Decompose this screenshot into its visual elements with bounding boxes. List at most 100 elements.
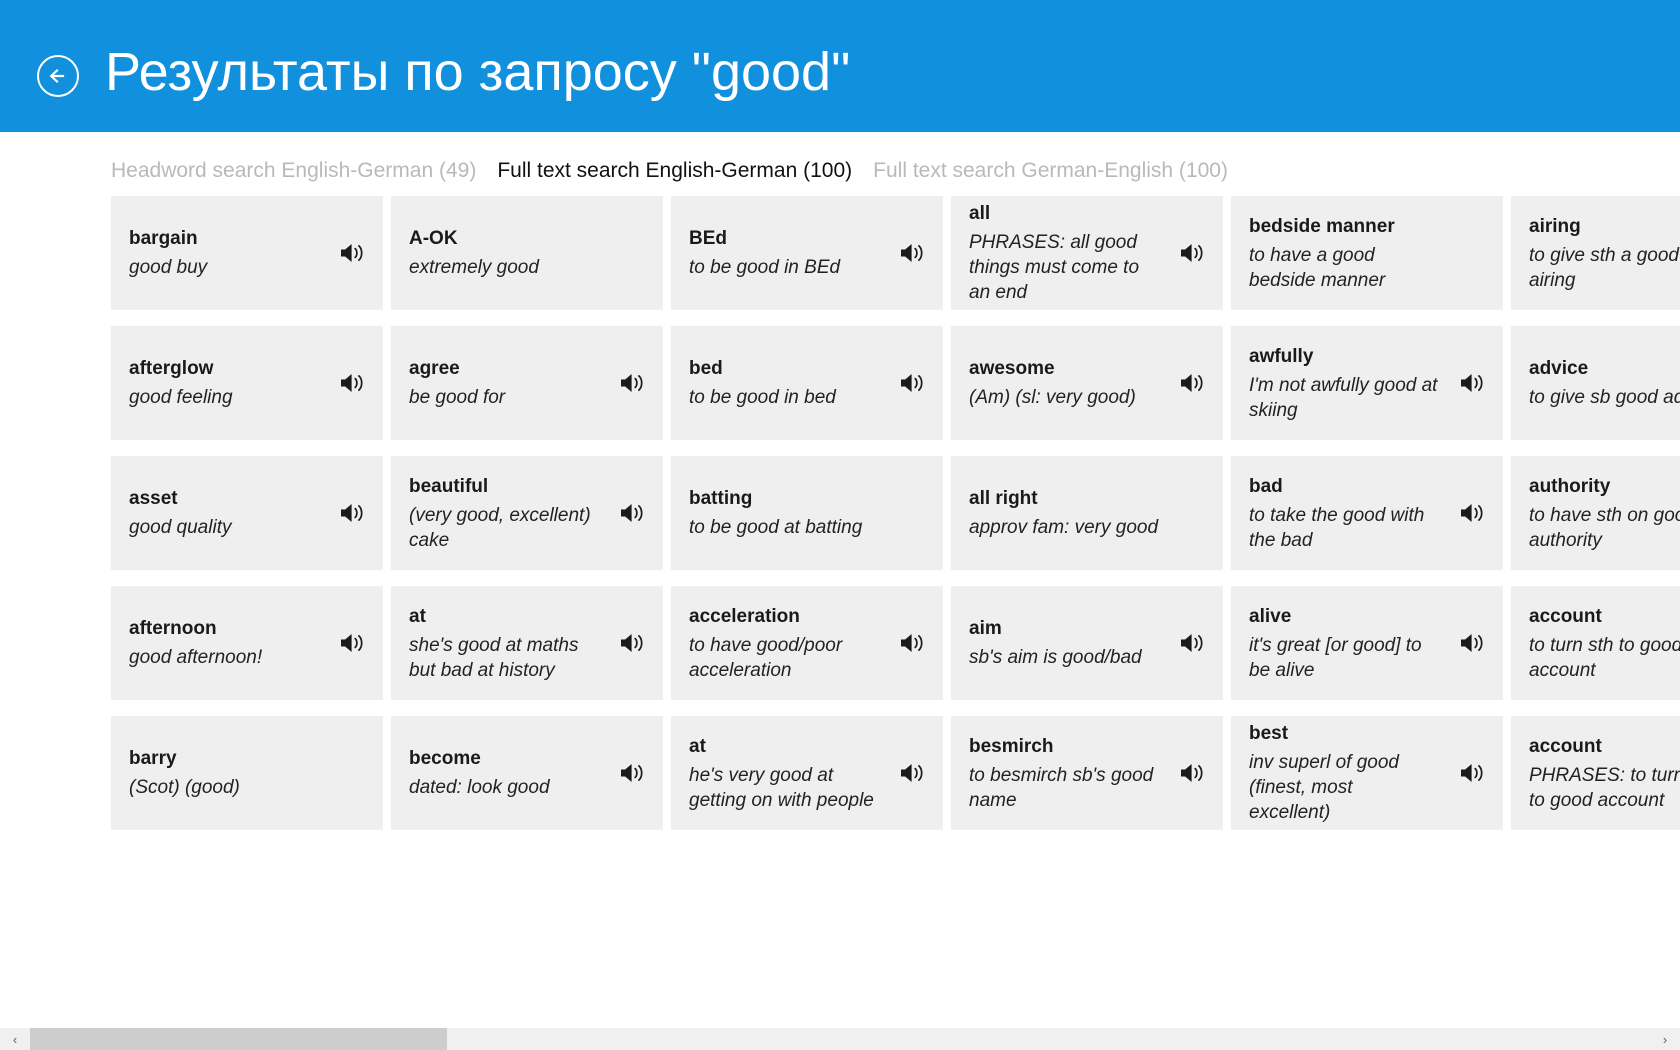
result-card[interactable]: become dated: look good xyxy=(391,716,663,830)
result-card[interactable]: advice to give sb good advice xyxy=(1511,326,1680,440)
speaker-icon[interactable] xyxy=(619,631,649,655)
speaker-icon[interactable] xyxy=(899,631,929,655)
result-card[interactable]: bed to be good in bed xyxy=(671,326,943,440)
result-card[interactable]: airing to give sth a good airing xyxy=(1511,196,1680,310)
result-card[interactable]: afternoon good afternoon! xyxy=(111,586,383,700)
result-term: aim xyxy=(969,618,1002,639)
result-card[interactable]: awesome (Am) (sl: very good) xyxy=(951,326,1223,440)
back-arrow-circle-icon[interactable] xyxy=(37,55,79,97)
result-term: at xyxy=(689,735,706,757)
speaker-icon[interactable] xyxy=(1459,371,1489,395)
speaker-icon[interactable] xyxy=(339,501,369,525)
speaker-icon[interactable] xyxy=(619,501,649,525)
result-sense: I'm not awfully good at skiing xyxy=(1249,374,1438,421)
result-term: acceleration xyxy=(689,605,800,627)
result-sense: PHRASES: all good things must come to an… xyxy=(969,232,1140,303)
result-sense: good feeling xyxy=(129,387,233,408)
result-term: awfully xyxy=(1249,345,1314,367)
result-term: A-OK xyxy=(409,228,458,249)
result-card[interactable]: A-OK extremely good xyxy=(391,196,663,310)
speaker-icon[interactable] xyxy=(619,371,649,395)
result-sense: to be good in BEd xyxy=(689,257,841,278)
result-sense: it's great [or good] to be alive xyxy=(1249,634,1422,681)
result-term: best xyxy=(1249,723,1289,744)
result-card[interactable]: batting to be good at batting xyxy=(671,456,943,570)
result-card[interactable]: best inv superl of good (finest, most exc… xyxy=(1231,716,1503,830)
speaker-icon[interactable] xyxy=(899,371,929,395)
scroll-left-arrow-icon[interactable]: ‹ xyxy=(0,1028,30,1050)
results-grid: bargain good buy afterglow good feeling asse… xyxy=(111,196,1680,830)
result-term: awesome xyxy=(969,358,1055,379)
speaker-icon[interactable] xyxy=(1179,371,1209,395)
result-sense: to besmirch sb's good name xyxy=(969,764,1154,811)
result-sense: (very good, excellent) cake xyxy=(409,504,591,551)
page-title: Результаты по запросу "good" xyxy=(105,42,851,102)
result-card[interactable]: bad to take the good with the bad xyxy=(1231,456,1503,570)
result-term: afterglow xyxy=(129,358,214,379)
result-sense: to be good at batting xyxy=(689,517,863,538)
speaker-icon[interactable] xyxy=(1179,631,1209,655)
result-term: airing xyxy=(1529,215,1581,237)
result-card[interactable]: agree be good for xyxy=(391,326,663,440)
result-term: beautiful xyxy=(409,475,489,497)
result-sense: to give sb good advice xyxy=(1529,387,1680,408)
result-term: asset xyxy=(129,488,178,509)
result-card[interactable]: aim sb's aim is good/bad xyxy=(951,586,1223,700)
result-card[interactable]: acceleration to have good/poor accelerati… xyxy=(671,586,943,700)
result-card[interactable]: awfully I'm not awfully good at skiing xyxy=(1231,326,1503,440)
result-card[interactable]: BEd to be good in BEd xyxy=(671,196,943,310)
speaker-icon[interactable] xyxy=(619,761,649,785)
app-header: Результаты по запросу "good" xyxy=(0,0,1680,132)
result-card[interactable]: at he's very good at getting on with peop… xyxy=(671,716,943,830)
tab-headword-search-english-german[interactable]: Headword search English-German (49) xyxy=(111,157,476,185)
result-sense: to have good/poor acceleration xyxy=(689,634,843,681)
speaker-icon[interactable] xyxy=(1459,631,1489,655)
result-card[interactable]: bargain good buy xyxy=(111,196,383,310)
horizontal-scrollbar[interactable]: ‹ › xyxy=(0,1028,1680,1050)
result-term: bargain xyxy=(129,228,198,249)
speaker-icon[interactable] xyxy=(1179,761,1209,785)
result-card[interactable]: asset good quality xyxy=(111,456,383,570)
result-card[interactable]: alive it's great [or good] to be alive xyxy=(1231,586,1503,700)
result-card[interactable]: afterglow good feeling xyxy=(111,326,383,440)
result-card[interactable]: account PHRASES: to turn sth to good acco… xyxy=(1511,716,1680,830)
search-scope-tabs: Headword search English-German (49) Full… xyxy=(111,155,1228,187)
speaker-icon[interactable] xyxy=(339,241,369,265)
scrollbar-thumb[interactable] xyxy=(30,1028,447,1050)
result-sense: extremely good xyxy=(409,257,539,278)
tab-fulltext-search-english-german[interactable]: Full text search English-German (100) xyxy=(497,157,852,185)
result-term: become xyxy=(409,748,481,769)
speaker-icon[interactable] xyxy=(1179,241,1209,265)
result-sense: she's good at maths but bad at history xyxy=(409,634,579,681)
result-card[interactable]: besmirch to besmirch sb's good name xyxy=(951,716,1223,830)
speaker-icon[interactable] xyxy=(1459,501,1489,525)
result-sense: to take the good with the bad xyxy=(1249,504,1425,551)
result-term: all right xyxy=(969,488,1038,509)
result-card[interactable]: beautiful (very good, excellent) cake xyxy=(391,456,663,570)
result-sense: (Am) (sl: very good) xyxy=(969,387,1136,408)
speaker-icon[interactable] xyxy=(1459,761,1489,785)
result-sense: (Scot) (good) xyxy=(129,777,240,798)
speaker-icon[interactable] xyxy=(339,631,369,655)
result-card[interactable]: all right approv fam: very good xyxy=(951,456,1223,570)
result-sense: he's very good at getting on with people xyxy=(689,764,874,811)
result-card[interactable]: authority to have sth on good authority xyxy=(1511,456,1680,570)
result-term: bed xyxy=(689,358,723,379)
scroll-right-arrow-icon[interactable]: › xyxy=(1650,1028,1680,1050)
result-sense: to have sth on good authority xyxy=(1529,504,1680,551)
result-term: account xyxy=(1529,735,1602,757)
tab-fulltext-search-german-english[interactable]: Full text search German-English (100) xyxy=(873,157,1228,185)
speaker-icon[interactable] xyxy=(339,371,369,395)
result-term: alive xyxy=(1249,605,1292,627)
result-term: afternoon xyxy=(129,618,217,639)
speaker-icon[interactable] xyxy=(899,761,929,785)
result-card[interactable]: all PHRASES: all good things must come to… xyxy=(951,196,1223,310)
result-card[interactable]: barry (Scot) (good) xyxy=(111,716,383,830)
speaker-icon[interactable] xyxy=(899,241,929,265)
result-sense: PHRASES: to turn sth to good account xyxy=(1529,764,1680,811)
result-term: account xyxy=(1529,605,1602,627)
result-card[interactable]: account to turn sth to good account xyxy=(1511,586,1680,700)
result-sense: approv fam: very good xyxy=(969,517,1159,538)
result-card[interactable]: at she's good at maths but bad at history xyxy=(391,586,663,700)
result-card[interactable]: bedside manner to have a good bedside man… xyxy=(1231,196,1503,310)
